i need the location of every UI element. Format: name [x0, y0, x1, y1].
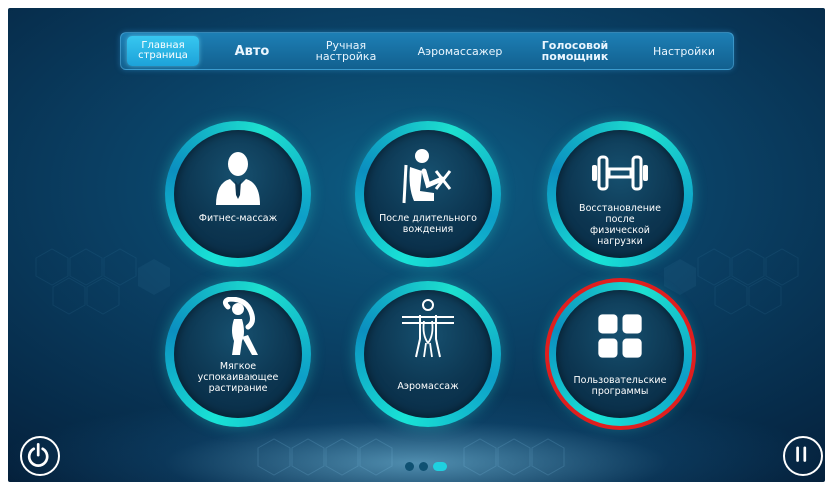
dumbbell-icon: [592, 155, 648, 191]
body-airflow-icon: [402, 299, 454, 358]
tab-voice-assistant[interactable]: Голосовой помощник: [525, 33, 625, 69]
tab-auto[interactable]: Авто: [217, 33, 287, 69]
page-dot-3[interactable]: [433, 462, 447, 471]
businessman-icon: [216, 152, 260, 205]
power-button[interactable]: [20, 436, 60, 476]
tile-soft-soothing-rub[interactable]: Мягкое успокаивающее растирание: [165, 281, 311, 427]
tile-label: Фитнес-массаж: [198, 213, 278, 224]
pause-button[interactable]: [783, 436, 823, 476]
pause-icon: [796, 446, 807, 462]
tile-fitness-massage[interactable]: Фитнес-массаж: [165, 121, 311, 267]
tab-settings[interactable]: Настройки: [639, 33, 729, 69]
tile-aero-massage[interactable]: Аэромассаж: [355, 281, 501, 427]
tile-after-long-driving[interactable]: После длительного вождения: [355, 121, 501, 267]
power-icon: [27, 442, 49, 467]
app-screen: Главная страница Авто Ручная настройка А…: [8, 8, 825, 482]
tile-recovery-after-exercise[interactable]: Восстановление после физической нагрузки: [547, 121, 693, 267]
tile-label: Аэромассаж: [397, 381, 459, 392]
tile-label: После длительного вождения: [379, 213, 477, 235]
tab-air-massager[interactable]: Аэромассажер: [405, 33, 515, 69]
tile-label: Мягкое успокаивающее растирание: [197, 361, 279, 394]
page-dot-1[interactable]: [405, 462, 414, 471]
top-navigation: Главная страница Авто Ручная настройка А…: [120, 32, 734, 70]
tab-home[interactable]: Главная страница: [127, 36, 199, 66]
seated-driver-icon: [402, 149, 452, 204]
page-dot-2[interactable]: [419, 462, 428, 471]
tab-manual-settings[interactable]: Ручная настройка: [301, 33, 391, 69]
tile-label: Восстановление после физической нагрузки: [579, 203, 661, 247]
selection-highlight-circle: [545, 278, 696, 430]
stretching-person-icon: [222, 297, 258, 355]
